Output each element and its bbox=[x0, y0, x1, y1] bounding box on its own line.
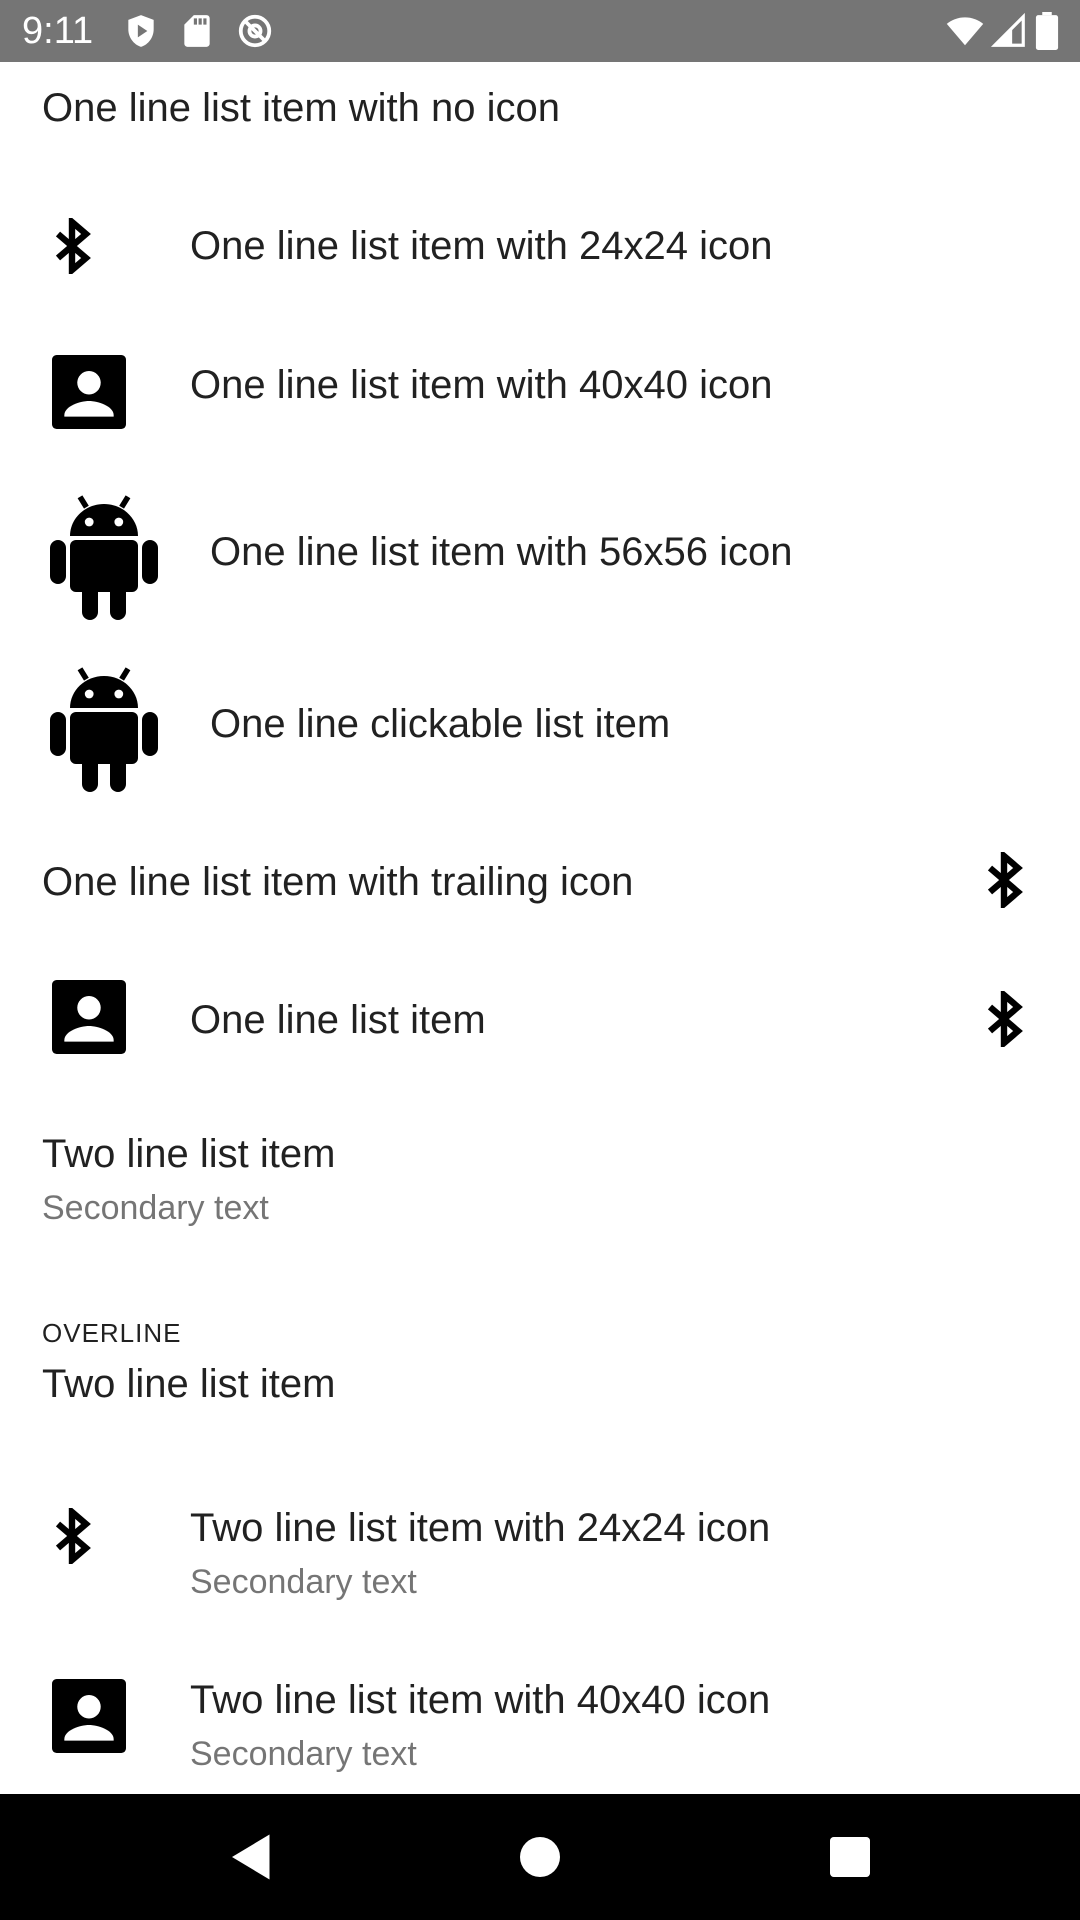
shield-icon bbox=[122, 12, 160, 50]
list-item[interactable]: Two line list item Secondary text bbox=[0, 1092, 1080, 1282]
list-item-primary: One line list item with 24x24 icon bbox=[190, 224, 773, 268]
contact-icon bbox=[52, 1679, 126, 1753]
list-item[interactable]: One line list item with 24x24 icon bbox=[0, 170, 1080, 310]
list-item[interactable]: OVERLINE Two line list item bbox=[0, 1282, 1080, 1462]
list-item[interactable]: One line list item bbox=[0, 942, 1080, 1092]
list-item[interactable]: One line list item with 40x40 icon bbox=[0, 310, 1080, 460]
list-item[interactable]: Two line list item with 40x40 icon Secon… bbox=[0, 1652, 1080, 1794]
list-item-primary: One line list item with no icon bbox=[42, 86, 561, 130]
list-item-primary: One line list item with trailing icon bbox=[42, 860, 634, 904]
status-bar: 9:11 bbox=[0, 0, 1080, 62]
list-item-primary: Two line list item bbox=[42, 1362, 336, 1406]
bluetooth-icon bbox=[48, 1508, 96, 1564]
list-item[interactable]: One line clickable list item bbox=[0, 630, 1080, 802]
bluetooth-icon bbox=[980, 991, 1028, 1047]
list-item-secondary: Secondary text bbox=[190, 1563, 417, 1601]
list-item-overline: OVERLINE bbox=[42, 1318, 182, 1348]
battery-icon bbox=[1034, 12, 1060, 50]
bluetooth-icon bbox=[48, 218, 96, 274]
list-item[interactable]: One line list item with no icon bbox=[0, 62, 1080, 170]
wifi-icon bbox=[944, 12, 986, 50]
bluetooth-icon bbox=[980, 852, 1028, 908]
list-item-primary: One line list item bbox=[190, 998, 486, 1042]
contact-icon bbox=[52, 355, 126, 429]
list-item-primary: One line list item with 56x56 icon bbox=[210, 530, 793, 574]
recents-icon[interactable] bbox=[820, 1827, 880, 1887]
list-item[interactable]: One line list item with 56x56 icon bbox=[0, 460, 1080, 630]
android-icon bbox=[50, 492, 158, 620]
list-item-primary: Two line list item bbox=[42, 1132, 336, 1176]
list-item-secondary: Secondary text bbox=[42, 1189, 269, 1227]
back-icon[interactable] bbox=[222, 1827, 282, 1887]
no-signal-at-icon bbox=[236, 12, 274, 50]
android-icon bbox=[50, 664, 158, 792]
list-item-primary: Two line list item with 40x40 icon bbox=[190, 1678, 771, 1722]
sd-card-icon bbox=[178, 12, 216, 50]
list-item-primary: One line clickable list item bbox=[210, 702, 671, 746]
list-item[interactable]: One line list item with trailing icon bbox=[0, 802, 1080, 942]
contact-icon bbox=[52, 980, 126, 1054]
list: One line list item with no icon One line… bbox=[0, 62, 1080, 1794]
home-icon[interactable] bbox=[510, 1827, 570, 1887]
list-item[interactable]: Two line list item with 24x24 icon Secon… bbox=[0, 1462, 1080, 1652]
status-time: 9:11 bbox=[22, 10, 94, 52]
navigation-bar bbox=[0, 1794, 1080, 1920]
list-item-primary: One line list item with 40x40 icon bbox=[190, 363, 773, 407]
cell-signal-icon bbox=[990, 12, 1028, 50]
screen: 9:11 One line list item with no icon One… bbox=[0, 0, 1080, 1920]
list-item-primary: Two line list item with 24x24 icon bbox=[190, 1506, 771, 1550]
list-item-secondary: Secondary text bbox=[190, 1735, 417, 1773]
